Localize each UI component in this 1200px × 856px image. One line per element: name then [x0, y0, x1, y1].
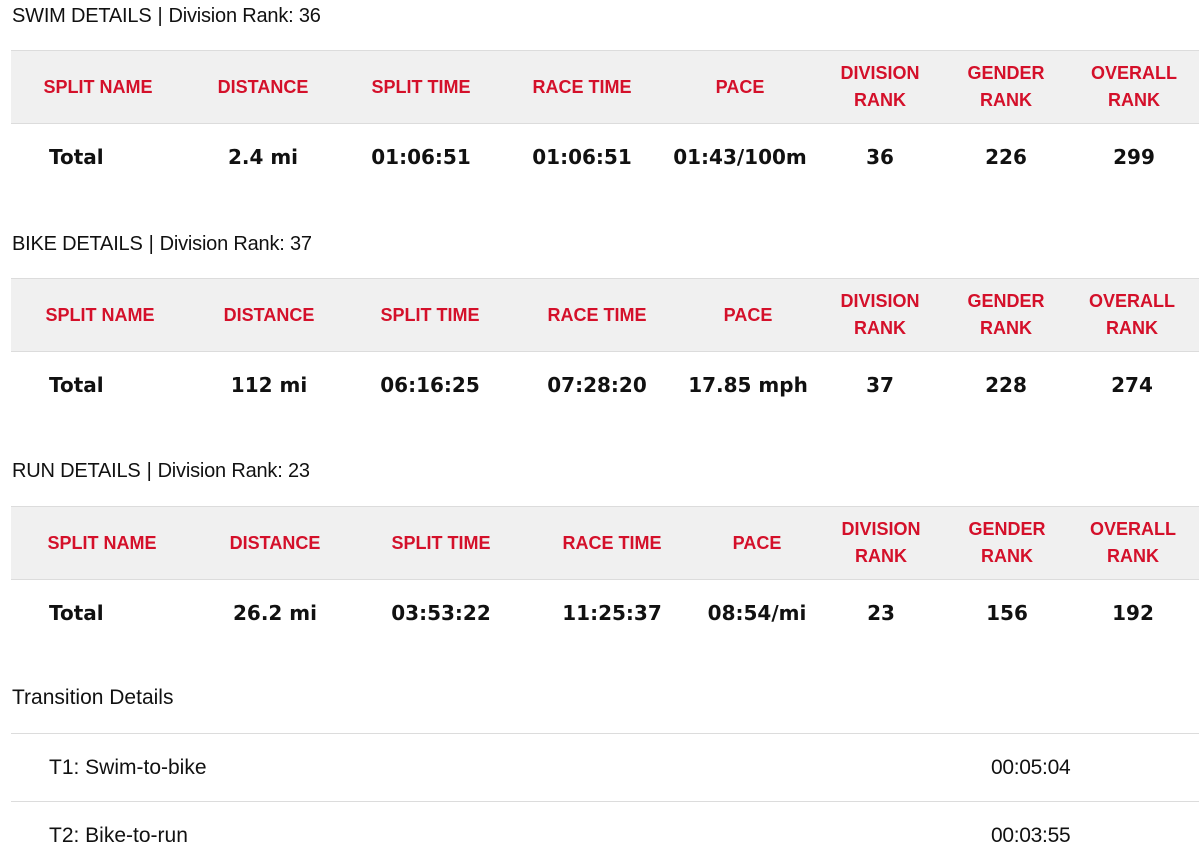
cell-division-rank: 37 — [866, 372, 894, 397]
swim-details-table: SPLIT NAME DISTANCE SPLIT TIME RACE TIME… — [11, 50, 1199, 190]
cell-gender-rank: 156 — [986, 600, 1028, 625]
swim-section-title: SWIM DETAILS | Division Rank: 36 — [12, 5, 321, 27]
col-division-rank[interactable]: DIVISION RANK — [817, 51, 943, 124]
col-pace[interactable]: PACE — [683, 279, 813, 352]
cell-split-name: Total — [49, 372, 104, 397]
table-header-row: SPLIT NAME DISTANCE SPLIT TIME RACE TIME… — [11, 278, 1199, 352]
table-header-row: SPLIT NAME DISTANCE SPLIT TIME RACE TIME… — [11, 506, 1199, 580]
col-race-time[interactable]: RACE TIME — [525, 507, 699, 580]
table-row: Total 112 mi 06:16:25 07:28:20 17.85 mph… — [11, 352, 1199, 418]
run-title: RUN DETAILS — [12, 460, 141, 482]
cell-pace: 01:43/100m — [673, 144, 807, 169]
col-overall-rank[interactable]: OVERALL RANK — [1065, 279, 1199, 352]
bike-division-rank: Division Rank: 37 — [159, 233, 312, 255]
col-division-rank[interactable]: DIVISION RANK — [815, 507, 947, 580]
col-distance[interactable]: DISTANCE — [189, 279, 349, 352]
col-race-time[interactable]: RACE TIME — [501, 51, 663, 124]
cell-overall-rank: 299 — [1113, 144, 1155, 169]
col-overall-rank[interactable]: OVERALL RANK — [1067, 507, 1199, 580]
col-split-time[interactable]: SPLIT TIME — [341, 51, 501, 124]
cell-split-name: Total — [49, 600, 104, 625]
transition-name: T1: Swim-to-bike — [49, 756, 207, 779]
table-header-row: SPLIT NAME DISTANCE SPLIT TIME RACE TIME… — [11, 50, 1199, 124]
cell-split-name: Total — [49, 144, 104, 169]
col-gender-rank[interactable]: GENDER RANK — [947, 279, 1065, 352]
bike-section-title: BIKE DETAILS | Division Rank: 37 — [12, 233, 312, 255]
table-row: Total 2.4 mi 01:06:51 01:06:51 01:43/100… — [11, 124, 1199, 190]
bike-details-table: SPLIT NAME DISTANCE SPLIT TIME RACE TIME… — [11, 278, 1199, 418]
col-race-time[interactable]: RACE TIME — [511, 279, 683, 352]
col-gender-rank[interactable]: GENDER RANK — [947, 507, 1067, 580]
cell-gender-rank: 226 — [985, 144, 1027, 169]
transition-time: 00:05:04 — [991, 756, 1071, 779]
run-section-title: RUN DETAILS | Division Rank: 23 — [12, 460, 310, 482]
transition-row-t1: T1: Swim-to-bike 00:05:04 — [11, 733, 1199, 801]
transition-name: T2: Bike-to-run — [49, 824, 188, 847]
transition-details-title: Transition Details — [12, 686, 174, 709]
col-pace[interactable]: PACE — [699, 507, 815, 580]
col-distance[interactable]: DISTANCE — [185, 51, 341, 124]
cell-distance: 26.2 mi — [232, 600, 317, 625]
cell-distance: 112 mi — [230, 372, 308, 397]
transition-row-t2: T2: Bike-to-run 00:03:55 — [11, 801, 1199, 856]
col-division-rank[interactable]: DIVISION RANK — [813, 279, 947, 352]
cell-pace: 17.85 mph — [688, 372, 808, 397]
table-row: Total 26.2 mi 03:53:22 11:25:37 08:54/mi… — [11, 580, 1199, 646]
swim-title: SWIM DETAILS — [12, 5, 152, 27]
run-division-rank: Division Rank: 23 — [157, 460, 310, 482]
swim-division-rank: Division Rank: 36 — [168, 5, 321, 27]
cell-race-time: 01:06:51 — [532, 144, 632, 169]
cell-split-time: 01:06:51 — [371, 144, 471, 169]
cell-split-time: 03:53:22 — [391, 600, 491, 625]
cell-division-rank: 36 — [866, 144, 894, 169]
cell-overall-rank: 192 — [1112, 600, 1154, 625]
col-split-name[interactable]: SPLIT NAME — [11, 507, 193, 580]
cell-overall-rank: 274 — [1111, 372, 1153, 397]
col-split-name[interactable]: SPLIT NAME — [11, 51, 185, 124]
cell-split-time: 06:16:25 — [380, 372, 480, 397]
col-split-name[interactable]: SPLIT NAME — [11, 279, 189, 352]
col-pace[interactable]: PACE — [663, 51, 817, 124]
col-gender-rank[interactable]: GENDER RANK — [943, 51, 1069, 124]
col-distance[interactable]: DISTANCE — [193, 507, 357, 580]
cell-race-time: 11:25:37 — [562, 600, 662, 625]
cell-race-time: 07:28:20 — [547, 372, 647, 397]
col-overall-rank[interactable]: OVERALL RANK — [1069, 51, 1199, 124]
cell-gender-rank: 228 — [985, 372, 1027, 397]
col-split-time[interactable]: SPLIT TIME — [349, 279, 511, 352]
col-split-time[interactable]: SPLIT TIME — [357, 507, 525, 580]
run-details-table: SPLIT NAME DISTANCE SPLIT TIME RACE TIME… — [11, 506, 1199, 646]
cell-division-rank: 23 — [867, 600, 895, 625]
transition-list: T1: Swim-to-bike 00:05:04 T2: Bike-to-ru… — [11, 733, 1199, 856]
cell-pace: 08:54/mi — [707, 600, 807, 625]
transition-time: 00:03:55 — [991, 824, 1071, 847]
bike-title: BIKE DETAILS — [12, 233, 143, 255]
cell-distance: 2.4 mi — [227, 144, 299, 169]
